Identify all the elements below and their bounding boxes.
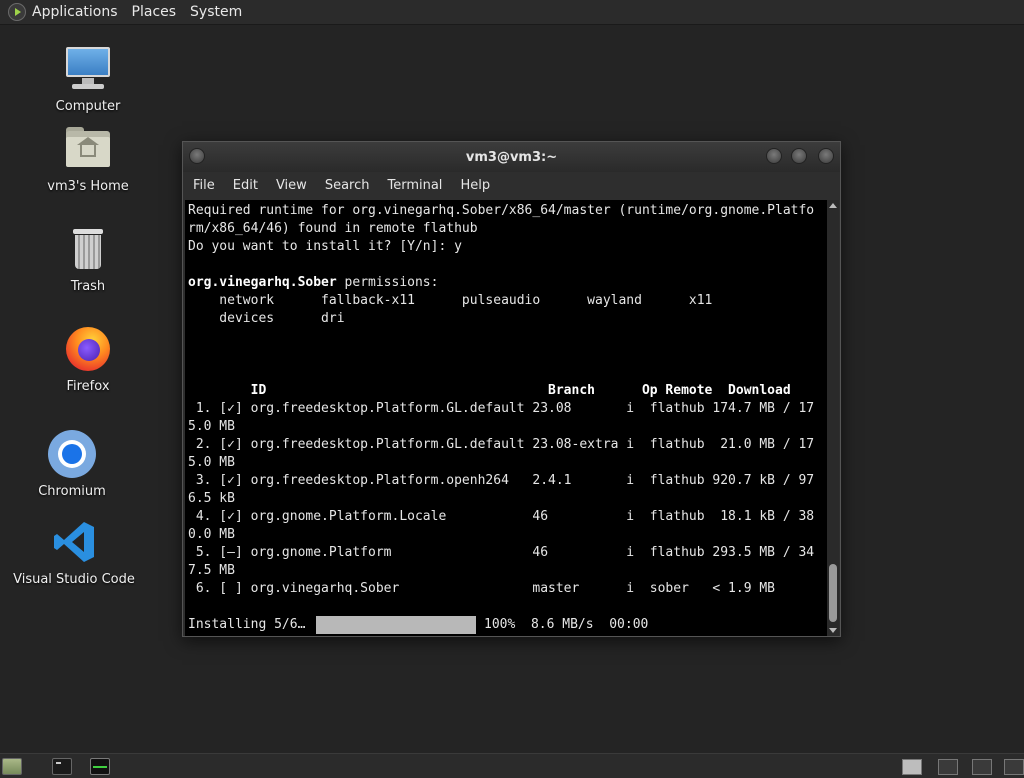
scroll-thumb[interactable]: [829, 564, 837, 622]
desktop-icon-label: Firefox: [66, 379, 110, 394]
install-status: Installing 5/6…: [188, 617, 306, 632]
menu-help[interactable]: Help: [460, 178, 490, 193]
permissions-label: permissions:: [336, 275, 439, 290]
window-title: vm3@vm3:~: [465, 149, 558, 165]
vscode-icon: [50, 518, 98, 566]
table-row: 0.0 MB: [188, 527, 235, 542]
maximize-icon[interactable]: [791, 148, 807, 164]
computer-icon: [64, 45, 112, 93]
desktop-icon-trash[interactable]: Trash: [23, 225, 153, 294]
terminal-window[interactable]: vm3@vm3:~ File Edit View Search Terminal…: [182, 141, 841, 637]
desktop-icon-label: vm3's Home: [47, 179, 129, 194]
terminal-output[interactable]: Required runtime for org.vinegarhq.Sober…: [185, 200, 828, 636]
terminal-line: devices dri: [188, 311, 345, 326]
app-id-bold: org.vinegarhq.Sober: [188, 275, 337, 290]
menu-places[interactable]: Places: [132, 4, 177, 20]
table-row: 1. [✓] org.freedesktop.Platform.GL.defau…: [188, 401, 815, 416]
table-row: 5. [—] org.gnome.Platform 46 i flathub 2…: [188, 545, 815, 560]
table-row: 6. [ ] org.vinegarhq.Sober master i sobe…: [188, 581, 775, 596]
show-desktop-icon[interactable]: [2, 758, 22, 775]
desktop-icon-label: Visual Studio Code: [13, 572, 135, 587]
terminal-menubar: File Edit View Search Terminal Help: [183, 172, 840, 198]
table-header: ID Branch Op Remote Download: [188, 383, 791, 398]
top-panel: Applications Places System: [0, 0, 1024, 25]
menu-applications[interactable]: Applications: [32, 4, 118, 20]
menu-file[interactable]: File: [193, 178, 215, 193]
table-row: 3. [✓] org.freedesktop.Platform.openh264…: [188, 473, 815, 488]
close-icon[interactable]: [818, 148, 834, 164]
trash-icon: [64, 225, 112, 273]
workspace-3[interactable]: [972, 759, 992, 775]
bottom-panel: [0, 753, 1024, 778]
firefox-icon: [64, 325, 112, 373]
terminal-line: rm/x86_64/46) found in remote flathub: [188, 221, 478, 236]
terminal-line: org.vinegarhq.Sober permissions:: [188, 274, 438, 292]
terminal-task-icon[interactable]: [52, 758, 72, 775]
table-row: 5.0 MB: [188, 455, 235, 470]
progress-bar: [316, 616, 476, 634]
desktop-icon-vscode[interactable]: Visual Studio Code: [9, 518, 139, 587]
workspace-4[interactable]: [1004, 759, 1024, 775]
workspace-2[interactable]: [938, 759, 958, 775]
distro-logo-icon[interactable]: [8, 3, 26, 21]
progress-text: 100% 8.6 MB/s 00:00: [484, 617, 649, 632]
menu-search[interactable]: Search: [325, 178, 370, 193]
minimize-icon[interactable]: [766, 148, 782, 164]
terminal-line: Do you want to install it? [Y/n]: y: [188, 239, 462, 254]
desktop-icon-label: Trash: [70, 279, 106, 294]
desktop-icon-home[interactable]: vm3's Home: [23, 125, 153, 194]
menu-system[interactable]: System: [190, 4, 242, 20]
menu-terminal[interactable]: Terminal: [387, 178, 442, 193]
table-row: 4. [✓] org.gnome.Platform.Locale 46 i fl…: [188, 509, 815, 524]
window-menu-icon[interactable]: [189, 148, 205, 164]
desktop-icon-chromium[interactable]: Chromium: [7, 430, 137, 499]
chromium-icon: [48, 430, 96, 478]
scroll-down-icon[interactable]: [829, 628, 837, 633]
workspace-1[interactable]: [902, 759, 922, 775]
table-row: 6.5 kB: [188, 491, 235, 506]
terminal-line: network fallback-x11 pulseaudio wayland …: [188, 293, 713, 308]
desktop-icon-computer[interactable]: Computer: [23, 45, 153, 114]
menu-edit[interactable]: Edit: [233, 178, 258, 193]
scroll-up-icon[interactable]: [829, 203, 837, 208]
terminal-scrollbar[interactable]: [827, 200, 839, 636]
desktop-icon-label: Computer: [55, 99, 121, 114]
system-monitor-icon[interactable]: [90, 758, 110, 775]
desktop-icon-firefox[interactable]: Firefox: [23, 325, 153, 394]
terminal-line: Required runtime for org.vinegarhq.Sober…: [188, 203, 815, 218]
home-folder-icon: [64, 125, 112, 173]
table-row: 5.0 MB: [188, 419, 235, 434]
menu-view[interactable]: View: [276, 178, 307, 193]
table-row: 7.5 MB: [188, 563, 235, 578]
window-titlebar[interactable]: vm3@vm3:~: [183, 142, 840, 172]
table-row: 2. [✓] org.freedesktop.Platform.GL.defau…: [188, 437, 815, 452]
desktop-icon-label: Chromium: [38, 484, 106, 499]
